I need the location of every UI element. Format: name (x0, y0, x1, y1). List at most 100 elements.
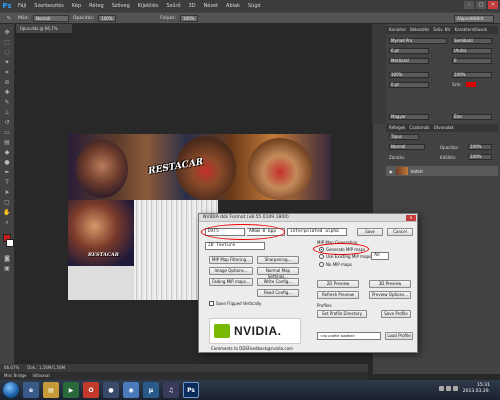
load-profile-button[interactable]: Load Profile (385, 332, 413, 340)
firefox-icon[interactable]: ● (103, 382, 119, 398)
media-player-icon[interactable]: ▶ (63, 382, 79, 398)
type-tool-icon[interactable]: T (2, 178, 12, 187)
network-icon[interactable] (439, 386, 444, 391)
dodge-icon[interactable]: ● (2, 158, 12, 167)
language-select[interactable]: Magyar (389, 114, 429, 120)
baseline-input[interactable]: 0 pt (389, 82, 429, 88)
healing-brush-icon[interactable]: ✚ (2, 88, 12, 97)
leading-input[interactable]: (Auto) (452, 48, 492, 54)
preview-3d-button[interactable]: 3D Preview (369, 280, 411, 288)
generate-mip-radio[interactable] (319, 247, 324, 252)
pen-icon[interactable]: ✒ (2, 168, 12, 177)
blur-icon[interactable]: ◆ (2, 148, 12, 157)
maximize-icon[interactable]: □ (476, 1, 486, 9)
path-select-icon[interactable]: ➤ (2, 188, 12, 197)
set-profile-dir-button[interactable]: Set Profile Directory (317, 310, 367, 318)
start-button-icon[interactable] (3, 382, 19, 398)
history-brush-icon[interactable]: ↺ (2, 118, 12, 127)
flag-icon[interactable] (453, 386, 458, 391)
tab-layers[interactable]: Rétegek (389, 124, 405, 132)
tab-paths[interactable]: Útvonalak (434, 124, 454, 132)
horizontal-scale-input[interactable]: 100% (452, 72, 492, 78)
menu-window[interactable]: Ablak (222, 3, 244, 9)
dialog-close-button[interactable]: ✕ (406, 215, 416, 221)
menu-select[interactable]: Kijelölés (134, 3, 163, 9)
close-icon[interactable]: ✕ (488, 1, 498, 9)
menu-layer[interactable]: Réteg (85, 3, 108, 9)
preview-options-button[interactable]: Preview Options... (369, 291, 411, 299)
text-color-swatch[interactable] (466, 82, 476, 87)
screen-mode-icon[interactable]: ▣ (2, 264, 12, 273)
mode-select[interactable]: Normál (33, 14, 70, 22)
menu-edit[interactable]: Szerkesztés (30, 3, 68, 9)
quick-mask-icon[interactable]: ◙ (2, 254, 12, 263)
layer-fill-input[interactable]: 100% (468, 154, 492, 160)
blend-mode-select[interactable]: Normál (389, 144, 425, 150)
font-family-select[interactable]: Myriad Pro (389, 38, 447, 44)
save-flipped-checkbox[interactable] (209, 301, 214, 306)
taskbar-clock[interactable]: 15:31 2013.03.29. (463, 383, 490, 395)
preview-2d-button[interactable]: 2D Preview (317, 280, 359, 288)
tab-timeline[interactable]: Idővonal (33, 372, 50, 380)
layer-row[interactable]: ◉ Háttér (386, 166, 498, 176)
background-color-swatch[interactable] (6, 239, 14, 247)
minimize-icon[interactable]: – (464, 1, 474, 9)
shape-tool-icon[interactable]: ▢ (2, 198, 12, 207)
tab-channels[interactable]: Csatornák (409, 124, 429, 132)
antialias-select[interactable]: Éles (452, 114, 492, 120)
quick-select-icon[interactable]: ✦ (2, 58, 12, 67)
fading-mip-button[interactable]: Fading MIP maps... (209, 278, 253, 286)
gradient-icon[interactable]: ▤ (2, 138, 12, 147)
flow-input[interactable]: 100% (180, 14, 198, 22)
alpha-select[interactable]: interpolated alpha (287, 228, 347, 236)
image-options-button[interactable]: Image Options... (209, 267, 253, 275)
normal-map-button[interactable]: Normal Map Settings... (257, 267, 299, 279)
utorrent-icon[interactable]: µ (143, 382, 159, 398)
move-tool-icon[interactable]: ✥ (2, 28, 12, 37)
format-select[interactable]: DXT5 (205, 228, 245, 236)
read-config-button[interactable]: Read Config... (257, 289, 299, 297)
opacity-input[interactable]: 100% (98, 14, 117, 22)
photoshop-taskbar-icon[interactable]: Ps (183, 382, 199, 398)
profile-select[interactable]: <no profile loaded> (317, 332, 381, 340)
tracking-input[interactable]: 0 (452, 58, 492, 64)
menu-view[interactable]: Nézet (200, 3, 222, 9)
crop-tool-icon[interactable]: ⌗ (2, 68, 12, 77)
document-tab[interactable]: tipus.dds @ 66,7% (RGB/8) (16, 24, 72, 40)
tab-mini-bridge[interactable]: Mini Bridge (4, 372, 27, 380)
menu-file[interactable]: Fájl (14, 3, 30, 9)
use-existing-mip-radio[interactable] (319, 254, 324, 259)
kerning-input[interactable]: Mérőszál (389, 58, 429, 64)
menu-type[interactable]: Szöveg (108, 3, 134, 9)
menu-help[interactable]: Súgó (244, 3, 265, 9)
cancel-button[interactable]: Cancel (387, 228, 413, 236)
menu-3d[interactable]: 3D (185, 3, 200, 9)
zoom-tool-icon[interactable]: ⌕ (2, 218, 12, 227)
file-explorer-icon[interactable]: ▤ (43, 382, 59, 398)
layer-filter-select[interactable]: Típus (389, 134, 419, 140)
internet-explorer-icon[interactable]: e (23, 382, 39, 398)
sharpening-button[interactable]: Sharpening... (257, 256, 299, 264)
hand-tool-icon[interactable]: ✋ (2, 208, 12, 217)
chrome-icon[interactable]: ◉ (123, 382, 139, 398)
clone-stamp-icon[interactable]: ⊥ (2, 108, 12, 117)
save-button[interactable]: Save (357, 228, 383, 236)
workspace-select[interactable]: Alapvetőként (454, 15, 494, 23)
texture-type-select[interactable]: 2D Texture (205, 242, 265, 250)
mip-filtering-button[interactable]: MIP Map Filtering... (209, 256, 253, 264)
tab-char-styles[interactable]: Karakterstílusok (455, 26, 487, 34)
mip-count-select[interactable]: All (371, 252, 389, 260)
write-config-button[interactable]: Write Config... (257, 278, 299, 286)
brush-icon[interactable]: ✎ (2, 98, 12, 107)
eraser-icon[interactable]: ▭ (2, 128, 12, 137)
lasso-tool-icon[interactable]: ◌ (2, 48, 12, 57)
winamp-icon[interactable]: ♫ (163, 382, 179, 398)
marquee-tool-icon[interactable]: ⬚ (2, 38, 12, 47)
brush-tool-icon[interactable]: ✎ (4, 14, 14, 23)
eye-icon[interactable]: ◉ (389, 169, 393, 174)
opera-icon[interactable]: O (83, 382, 99, 398)
tab-character[interactable]: Karakter (389, 26, 406, 34)
font-size-input[interactable]: 6 pt (389, 48, 429, 54)
refresh-preview-button[interactable]: Refresh Preview (317, 291, 359, 299)
vertical-scale-input[interactable]: 100% (389, 72, 429, 78)
